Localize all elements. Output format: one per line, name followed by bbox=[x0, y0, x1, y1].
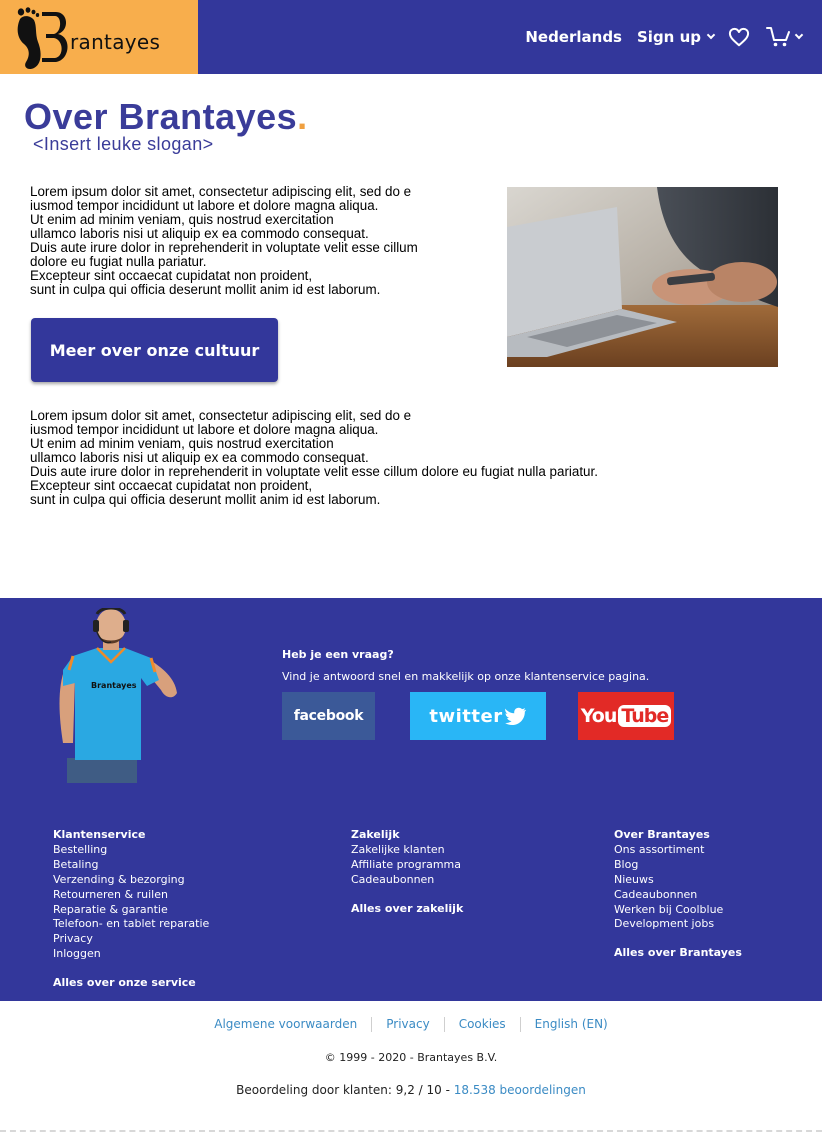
twitter-label: twitter bbox=[429, 705, 503, 727]
footer: Brantayes Heb je een vraag? Vind je antw… bbox=[0, 598, 822, 1001]
paragraph-line: Duis aute irure dolor in reprehenderit i… bbox=[30, 464, 598, 479]
youtube-you-label: You bbox=[580, 705, 618, 727]
page-title: Over Brantayes. bbox=[24, 96, 308, 138]
second-paragraph: Lorem ipsum dolor sit amet, consectetur … bbox=[30, 409, 598, 507]
photo-illustration bbox=[507, 187, 778, 367]
paragraph-line: Excepteur sint occaecat cupidatat non pr… bbox=[30, 478, 313, 493]
terms-link[interactable]: Algemene voorwaarden bbox=[214, 1017, 357, 1031]
culture-button[interactable]: Meer over onze cultuur bbox=[31, 318, 278, 382]
facebook-label: facebook bbox=[293, 708, 364, 724]
divider bbox=[371, 1017, 373, 1032]
paragraph-line: Ut enim ad minim veniam, quis nostrud ex… bbox=[30, 436, 334, 451]
paragraph-line: Ut enim ad minim veniam, quis nostrud ex… bbox=[30, 212, 334, 227]
footer-link[interactable]: Bestelling bbox=[53, 843, 209, 858]
top-header: rantayes Nederlands Sign up bbox=[0, 0, 822, 74]
footer-column-heading: Zakelijk bbox=[351, 828, 400, 841]
divider bbox=[0, 1130, 822, 1132]
page-title-text: Over Brantayes bbox=[24, 96, 298, 137]
logo[interactable]: rantayes bbox=[0, 0, 198, 74]
header-nav: Nederlands Sign up bbox=[525, 0, 804, 74]
footer-all-link[interactable]: Alles over onze service bbox=[53, 976, 209, 991]
cookies-link[interactable]: Cookies bbox=[459, 1017, 506, 1031]
footer-link[interactable]: Zakelijke klanten bbox=[351, 843, 463, 858]
shirt-logo-text: Brantayes bbox=[91, 681, 137, 690]
twitter-bird-icon bbox=[504, 707, 526, 725]
customer-rating: Beoordeling door klanten: 9,2 / 10 - 18.… bbox=[0, 1083, 822, 1097]
paragraph-line: ullamco laboris nisi ut aliquip ex ea co… bbox=[30, 450, 369, 465]
wishlist-button[interactable] bbox=[728, 27, 750, 47]
intro-paragraph: Lorem ipsum dolor sit amet, consectetur … bbox=[30, 185, 418, 297]
footer-link[interactable]: Blog bbox=[614, 858, 742, 873]
signup-menu[interactable]: Sign up bbox=[637, 28, 716, 46]
question-text: Vind je antwoord snel en makkelijk op on… bbox=[282, 670, 650, 683]
facebook-button[interactable]: facebook bbox=[282, 692, 375, 740]
footer-link[interactable]: Verzending & bezorging bbox=[53, 873, 209, 888]
paragraph-line: iusmod tempor incididunt ut labore et do… bbox=[30, 422, 379, 437]
footer-column-klantenservice: Klantenservice Bestelling Betaling Verze… bbox=[53, 828, 209, 991]
rating-text: Beoordeling door klanten: 9,2 / 10 - bbox=[236, 1083, 454, 1097]
footprints-logo-icon bbox=[17, 7, 68, 70]
footer-link[interactable]: Affiliate programma bbox=[351, 858, 463, 873]
footer-all-link[interactable]: Alles over Brantayes bbox=[614, 946, 742, 961]
footer-column-over-brantayes: Over Brantayes Ons assortiment Blog Nieu… bbox=[614, 828, 742, 961]
heart-icon bbox=[728, 27, 750, 47]
paragraph-line: dolore eu fugiat nulla pariatur. bbox=[30, 254, 207, 269]
slogan: <Insert leuke slogan> bbox=[33, 134, 214, 154]
divider bbox=[519, 1017, 521, 1032]
paragraph-line: Duis aute irure dolor in reprehenderit i… bbox=[30, 240, 418, 255]
customer-service-agent-image: Brantayes bbox=[59, 608, 177, 783]
youtube-button[interactable]: You Tube bbox=[578, 692, 674, 740]
divider bbox=[443, 1017, 445, 1032]
twitter-button[interactable]: twitter bbox=[410, 692, 546, 740]
paragraph-line: ullamco laboris nisi ut aliquip ex ea co… bbox=[30, 226, 369, 241]
footer-link[interactable]: Nieuws bbox=[614, 873, 742, 888]
paragraph-line: Lorem ipsum dolor sit amet, consectetur … bbox=[30, 184, 412, 199]
laptop-phone-photo bbox=[507, 187, 778, 367]
paragraph-line: Lorem ipsum dolor sit amet, consectetur … bbox=[30, 408, 412, 423]
reviews-link[interactable]: 18.538 beoordelingen bbox=[454, 1083, 586, 1097]
footer-link[interactable]: Development jobs bbox=[614, 917, 742, 932]
cart-icon bbox=[766, 27, 790, 47]
legal-links: Algemene voorwaarden Privacy Cookies Englis… bbox=[0, 1017, 822, 1032]
signup-label: Sign up bbox=[637, 28, 701, 46]
footer-all-link[interactable]: Alles over zakelijk bbox=[351, 902, 463, 917]
footer-link[interactable]: Cadeaubonnen bbox=[614, 888, 742, 903]
paragraph-line: sunt in culpa qui officia deserunt molli… bbox=[30, 492, 381, 507]
cart-button[interactable] bbox=[766, 26, 804, 48]
copyright: © 1999 - 2020 - Brantayes B.V. bbox=[324, 1051, 498, 1064]
footer-link[interactable]: Ons assortiment bbox=[614, 843, 742, 858]
footer-link[interactable]: Betaling bbox=[53, 858, 209, 873]
footer-link[interactable]: Werken bij Coolblue bbox=[614, 903, 742, 918]
logo-text: rantayes bbox=[70, 30, 161, 54]
chevron-down-icon bbox=[794, 30, 804, 40]
language-selector[interactable]: Nederlands bbox=[525, 28, 622, 46]
footer-link[interactable]: Telefoon- en tablet reparatie bbox=[53, 917, 209, 932]
footer-link[interactable]: Inloggen bbox=[53, 947, 209, 962]
question-title: Heb je een vraag? bbox=[282, 648, 394, 661]
privacy-link[interactable]: Privacy bbox=[386, 1017, 429, 1031]
title-dot: . bbox=[297, 96, 308, 137]
footer-link[interactable]: Reparatie & garantie bbox=[53, 903, 209, 918]
paragraph-line: Excepteur sint occaecat cupidatat non pr… bbox=[30, 268, 313, 283]
chevron-down-icon bbox=[706, 30, 716, 40]
footer-link[interactable]: Privacy bbox=[53, 932, 209, 947]
english-link[interactable]: English (EN) bbox=[535, 1017, 608, 1031]
paragraph-line: sunt in culpa qui officia deserunt molli… bbox=[30, 282, 381, 297]
paragraph-line: iusmod tempor incididunt ut labore et do… bbox=[30, 198, 379, 213]
footer-link[interactable]: Cadeaubonnen bbox=[351, 873, 463, 888]
youtube-tube-label: Tube bbox=[618, 705, 672, 727]
footer-column-heading: Klantenservice bbox=[53, 828, 146, 841]
footer-link[interactable]: Retourneren & ruilen bbox=[53, 888, 209, 903]
footer-column-heading: Over Brantayes bbox=[614, 828, 710, 841]
footer-column-zakelijk: Zakelijk Zakelijke klanten Affiliate pro… bbox=[351, 828, 463, 917]
